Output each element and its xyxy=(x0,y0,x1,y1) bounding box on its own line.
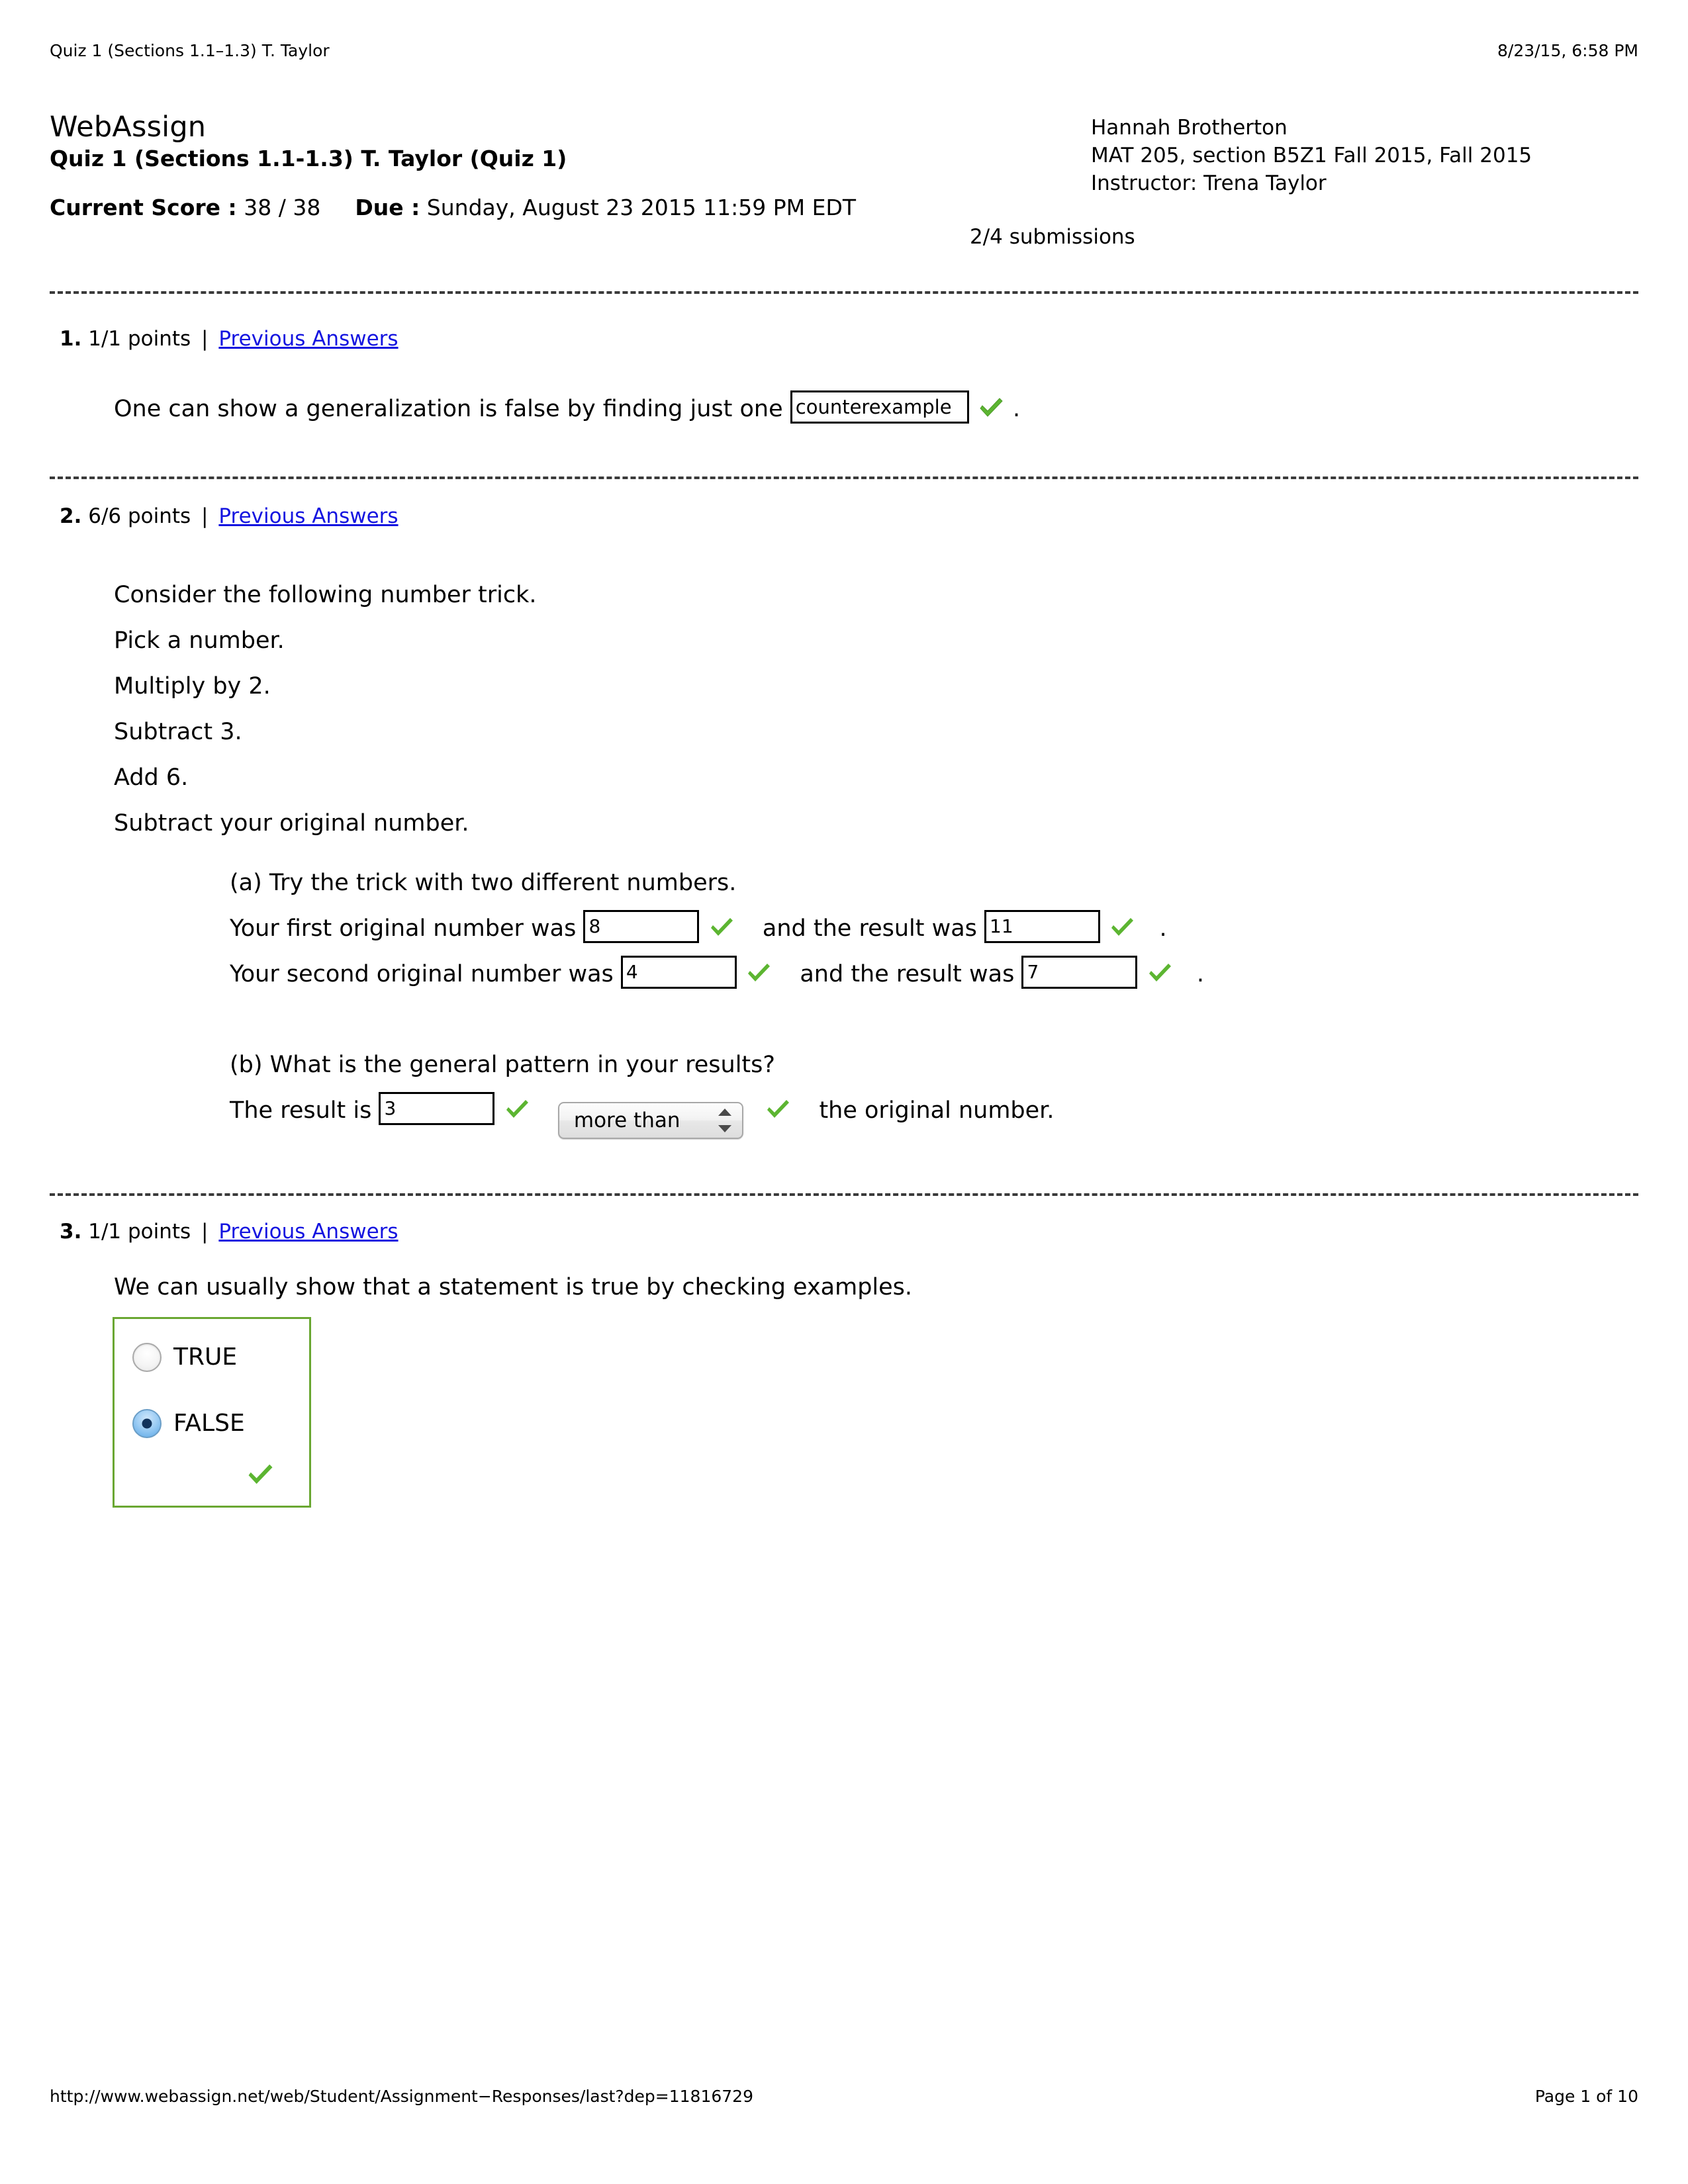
question-2-first-number-input[interactable]: 8 xyxy=(583,910,700,943)
print-footer: http://www.webassign.net/web/Student/Ass… xyxy=(50,2087,1638,2106)
question-2-part-a-row-1: Your first original number was 8 and the… xyxy=(230,906,1204,952)
submissions-count: 2/4 submissions xyxy=(970,225,1135,249)
question-2-header: 2. 6/6 points | Previous Answers xyxy=(60,504,399,529)
question-1-divider: | xyxy=(201,327,209,351)
question-2-row2-prefix: Your second original number was xyxy=(230,961,614,987)
check-icon xyxy=(502,1095,532,1123)
question-2-partb-suffix: the original number. xyxy=(819,1097,1055,1124)
question-2-part-a: (a) Try the trick with two different num… xyxy=(230,860,1204,997)
question-2-intro-line-3: Multiply by 2. xyxy=(114,673,271,700)
score-and-due-line: Current Score : 38 / 38 Due : Sunday, Aug… xyxy=(50,195,1638,221)
radio-option-true[interactable]: TRUE xyxy=(115,1334,309,1381)
question-2-intro-line-6: Subtract your original number. xyxy=(114,810,469,837)
question-2-intro-line-1: Consider the following number trick. xyxy=(114,582,537,608)
student-name: Hannah Brotherton xyxy=(1091,116,1288,140)
check-icon xyxy=(707,913,736,941)
print-header: Quiz 1 (Sections 1.1–1.3) T. Taylor 8/23… xyxy=(50,41,1638,60)
question-1-number: 1. xyxy=(60,327,82,351)
check-icon xyxy=(976,394,1006,422)
question-2-intro-line-2: Pick a number. xyxy=(114,627,285,654)
question-2-second-number-input[interactable]: 4 xyxy=(620,956,737,989)
question-1-prompt-after: . xyxy=(1013,396,1021,422)
radio-button-true-icon[interactable] xyxy=(132,1343,162,1372)
question-2-intro-line-5: Add 6. xyxy=(114,764,189,791)
print-header-title: Quiz 1 (Sections 1.1–1.3) T. Taylor xyxy=(50,41,330,60)
question-2-intro-line-4: Subtract 3. xyxy=(114,719,242,745)
question-1-previous-answers-link[interactable]: Previous Answers xyxy=(218,327,398,351)
radio-label-true: TRUE xyxy=(173,1343,238,1371)
question-3-previous-answers-link[interactable]: Previous Answers xyxy=(218,1220,398,1244)
print-footer-url: http://www.webassign.net/web/Student/Ass… xyxy=(50,2087,753,2106)
question-3-prompt: We can usually show that a statement is … xyxy=(114,1274,913,1300)
print-footer-page: Page 1 of 10 xyxy=(1534,2087,1638,2106)
question-1-statement: One can show a generalization is false b… xyxy=(114,390,1020,424)
question-2-number: 2. xyxy=(60,504,82,528)
question-1-answer-input[interactable]: counterexample xyxy=(790,390,969,424)
question-2-row2-suffix: . xyxy=(1196,961,1205,987)
question-3-divider: | xyxy=(201,1220,209,1244)
question-3-number: 3. xyxy=(60,1220,82,1244)
question-2-part-a-label: (a) Try the trick with two different num… xyxy=(230,870,737,896)
question-2-row1-middle: and the result was xyxy=(762,915,977,942)
question-3-points: 1/1 points xyxy=(88,1220,191,1244)
stepper-up-icon[interactable] xyxy=(718,1109,731,1116)
question-2-previous-answers-link[interactable]: Previous Answers xyxy=(218,504,398,528)
student-info: Hannah Brotherton MAT 205, section B5Z1 … xyxy=(1091,114,1532,197)
radio-label-false: FALSE xyxy=(173,1410,245,1437)
question-1-header: 1. 1/1 points | Previous Answers xyxy=(60,327,399,351)
question-2-second-result-input[interactable]: 7 xyxy=(1021,956,1138,989)
separator-2 xyxy=(50,477,1638,479)
question-1-body: One can show a generalization is false b… xyxy=(114,390,1020,424)
question-2-comparison-select-value: more than xyxy=(573,1109,680,1132)
due-value: Sunday, August 23 2015 11:59 PM EDT xyxy=(426,195,857,221)
question-2-part-a-row-2: Your second original number was 4 and th… xyxy=(230,952,1204,997)
question-2-pattern-number-input[interactable]: 3 xyxy=(379,1092,495,1125)
question-2-part-b: (b) What is the general pattern in your … xyxy=(230,1042,1054,1139)
question-2-points: 6/6 points xyxy=(88,504,191,528)
question-2-partb-prefix: The result is xyxy=(230,1097,372,1124)
check-icon xyxy=(244,1459,276,1490)
student-instructor: Instructor: Trena Taylor xyxy=(1091,171,1327,196)
student-course: MAT 205, section B5Z1 Fall 2015, Fall 20… xyxy=(1091,144,1532,168)
check-icon xyxy=(1145,959,1174,987)
stepper-icons[interactable] xyxy=(718,1108,731,1133)
check-icon xyxy=(1107,913,1137,941)
question-2-first-result-input[interactable]: 11 xyxy=(984,910,1101,943)
check-icon xyxy=(744,959,773,987)
stepper-down-icon[interactable] xyxy=(718,1125,731,1132)
separator-3 xyxy=(50,1193,1638,1196)
separator-1 xyxy=(50,291,1638,294)
question-1-prompt-before: One can show a generalization is false b… xyxy=(114,396,783,422)
question-2-divider: | xyxy=(201,504,209,528)
current-score-label: Current Score : xyxy=(50,195,237,221)
printed-page: Quiz 1 (Sections 1.1–1.3) T. Taylor 8/23… xyxy=(0,0,1688,2184)
due-label: Due : xyxy=(355,195,420,221)
question-2-comparison-select[interactable]: more than xyxy=(557,1102,743,1139)
question-2-row1-suffix: . xyxy=(1159,915,1167,942)
question-2-row2-middle: and the result was xyxy=(800,961,1015,987)
question-2-part-b-row: The result is 3 more than the original n… xyxy=(230,1088,1054,1139)
question-2-intro: Consider the following number trick. Pic… xyxy=(114,572,537,846)
question-2-row1-prefix: Your first original number was xyxy=(230,915,577,942)
question-3-radio-group: TRUE FALSE xyxy=(113,1317,311,1508)
radio-option-false[interactable]: FALSE xyxy=(115,1400,309,1447)
print-header-timestamp: 8/23/15, 6:58 PM xyxy=(1497,41,1638,60)
question-1-points: 1/1 points xyxy=(88,327,191,351)
radio-button-false-icon[interactable] xyxy=(132,1409,162,1438)
question-3-header: 3. 1/1 points | Previous Answers xyxy=(60,1220,399,1244)
current-score-value: 38 / 38 xyxy=(244,195,321,221)
check-icon xyxy=(763,1095,792,1123)
question-2-part-b-label: (b) What is the general pattern in your … xyxy=(230,1052,775,1078)
